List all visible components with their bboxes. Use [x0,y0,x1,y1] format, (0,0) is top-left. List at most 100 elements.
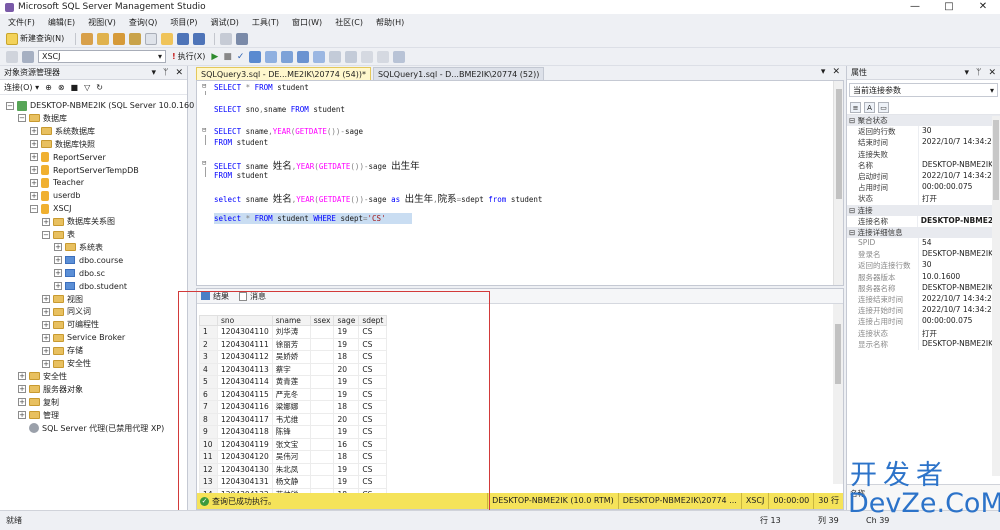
menu-debug[interactable]: 调试(D) [210,17,238,28]
tree-node[interactable]: − 表 [42,228,75,241]
grid-cell[interactable]: CS [358,450,388,464]
grid-cell[interactable]: 20 [333,362,360,376]
property-row[interactable]: 服务器版本 10.0.1600 [847,271,1000,283]
increase-indent-icon[interactable] [377,50,390,63]
editor-vertical-scrollbar[interactable] [833,81,843,285]
grid-cell[interactable]: CS [358,387,388,401]
grid-cell[interactable]: 1204304131 [217,475,273,489]
tree-node[interactable]: + userdb [30,189,80,202]
debug-icon[interactable]: ▶ [211,52,218,62]
grid-cell[interactable]: 张文宝 [271,437,311,451]
menu-file[interactable]: 文件(F) [8,17,35,28]
expand-icon[interactable]: + [42,320,50,329]
grid-cell[interactable]: 18 [333,450,360,464]
grid-cell[interactable]: 黄青莲 [271,375,311,389]
expand-icon[interactable]: + [30,127,38,136]
close-tab-icon[interactable]: ✕ [832,67,840,77]
tree-node[interactable]: + dbo.course [54,254,123,267]
tree-node[interactable]: + 存储 [42,344,83,357]
maximize-button[interactable]: □ [932,0,966,14]
expand-icon[interactable]: + [54,243,62,252]
property-category[interactable]: ⊟ 连接详细信息 [847,226,1000,239]
expand-icon[interactable]: + [54,269,62,278]
table-row[interactable]: 9 1204304118 陈锋 19 CS [199,425,388,439]
grid-cell[interactable]: CS [358,350,388,364]
property-row[interactable]: 占用时间 00:00:00.075 [847,182,1000,194]
grid-cell[interactable]: 19 [333,325,360,339]
grid-cell[interactable]: CS [358,400,388,414]
grid-cell[interactable]: CS [358,462,388,476]
minimize-button[interactable]: — [898,0,932,14]
collapse-icon[interactable]: − [6,101,14,110]
grid-cell[interactable]: 1204304120 [217,450,273,464]
grid-cell[interactable]: 刘华涛 [271,325,311,339]
column-header[interactable]: sdept [358,315,388,326]
grid-cell[interactable]: 18 [333,400,360,414]
alphabetical-icon[interactable]: A [864,101,875,113]
database-engine-query-icon[interactable] [81,32,94,45]
property-row[interactable]: 名称 DESKTOP-NBME2IK [847,159,1000,171]
grid-cell[interactable]: 严克冬 [271,387,311,401]
specify-template-icon[interactable] [393,50,406,63]
report-icon[interactable] [236,32,249,45]
expand-icon[interactable]: + [18,372,26,381]
parse-icon[interactable]: ✓ [237,52,245,62]
tree-node[interactable]: + Teacher [30,176,84,189]
disconnect-icon[interactable]: ⊗ [58,83,65,92]
properties-scrollbar[interactable] [992,116,1000,476]
grid-cell[interactable] [309,337,335,351]
grid-cell[interactable]: 陈锋 [271,425,311,439]
tree-node[interactable]: + 数据库关系图 [42,215,115,228]
refresh-icon[interactable]: ↻ [96,83,103,92]
property-row[interactable]: 启动时间 2022/10/7 14:34:26 [847,170,1000,183]
grid-cell[interactable]: 1204304117 [217,412,273,426]
pin-icon[interactable]: ᛘ [976,68,981,78]
mdx-query-icon[interactable] [113,32,126,45]
analysis-query-icon[interactable] [97,32,110,45]
close-button[interactable]: ✕ [966,0,1000,14]
open-file-icon[interactable] [161,32,174,45]
expand-icon[interactable]: + [18,385,26,394]
results-vertical-scrollbar[interactable] [833,304,843,484]
table-row[interactable]: 2 1204304111 徐丽芳 19 CS [199,337,388,351]
grid-cell[interactable]: 19 [333,425,360,439]
connect-icon[interactable]: ⊕ [45,83,52,92]
grid-cell[interactable]: 1204304116 [217,400,273,414]
tree-node[interactable]: + 数据库快照 [30,138,95,151]
grid-cell[interactable]: 徐丽芳 [271,337,311,351]
collapse-icon[interactable]: − [18,114,26,123]
tab-results[interactable]: 结果 [201,291,229,302]
comment-icon[interactable] [329,50,342,63]
table-row[interactable]: 6 1204304115 严克冬 19 CS [199,387,388,401]
expand-icon[interactable]: + [42,307,50,316]
expand-icon[interactable]: + [54,282,62,291]
collapse-marker[interactable]: ⊟ [202,82,206,90]
property-row[interactable]: SPID 54 [847,238,1000,250]
tree-node[interactable]: + 视图 [42,293,83,306]
property-row[interactable]: 显示名称 DESKTOP-NBME2IK [847,338,1000,350]
grid-cell[interactable]: 1204304110 [217,325,273,339]
change-connection-icon[interactable] [22,50,34,63]
expand-icon[interactable]: + [54,256,62,265]
expand-icon[interactable]: + [30,166,38,174]
grid-cell[interactable] [309,412,335,426]
grid-cell[interactable] [309,325,335,339]
grid-cell[interactable]: CS [358,337,388,351]
grid-cell[interactable]: 1204304130 [217,462,273,476]
tree-node[interactable]: + 安全性 [42,357,91,370]
property-row[interactable]: 状态 打开 [847,193,1000,205]
tree-node[interactable]: + 系统表 [54,241,103,254]
table-row[interactable]: 11 1204304120 吴伟河 18 CS [199,450,388,464]
grid-cell[interactable]: 1204304119 [217,437,273,451]
property-row[interactable]: 返回的连接行数 30 [847,260,1000,272]
menu-project[interactable]: 项目(P) [170,17,197,28]
menu-view[interactable]: 视图(V) [88,17,116,28]
grid-cell[interactable] [309,437,335,451]
collapse-icon[interactable]: − [30,204,38,213]
results-grid[interactable]: sno sname ssex sage sdept 1 1204304110 刘华涛 19 CS 2… [199,315,388,501]
grid-cell[interactable]: 韦尤维 [271,412,311,426]
tree-node[interactable]: + dbo.student [54,280,127,293]
menu-community[interactable]: 社区(C) [335,17,363,28]
expand-icon[interactable]: + [18,398,26,407]
grid-cell[interactable]: 19 [333,387,360,401]
